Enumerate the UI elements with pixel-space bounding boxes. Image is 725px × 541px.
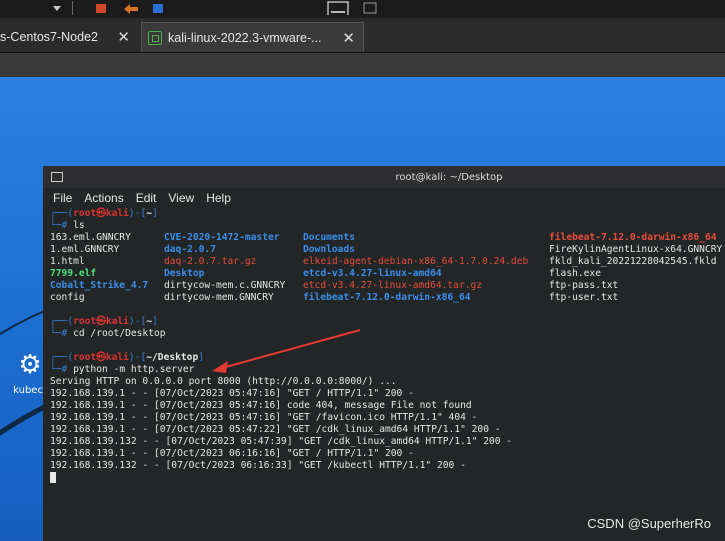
- fullscreen-icon[interactable]: [327, 1, 349, 15]
- ls-entry: ftp-pass.txt: [549, 280, 619, 291]
- watermark: CSDN @SuperherRo: [587, 516, 711, 531]
- menu-edit[interactable]: Edit: [136, 191, 157, 205]
- ls-entry: 1.html: [50, 256, 85, 267]
- ls-entry: 1.eml.GNNCRY: [50, 244, 120, 255]
- close-icon[interactable]: ✕: [342, 29, 355, 47]
- menu-view[interactable]: View: [168, 191, 194, 205]
- ls-row: config dirtycow-mem.GNNCRY filebeat-7.12.0…: [50, 292, 725, 304]
- menu-actions[interactable]: Actions: [84, 191, 123, 205]
- ls-entry: filebeat-7.12.0-darwin-x86_64: [549, 232, 717, 243]
- tab-label: s-Centos7-Node2: [0, 30, 98, 44]
- manage-snapshot-icon[interactable]: [150, 1, 166, 15]
- ls-entry: etcd-v3.4.27-linux-amd64: [303, 268, 442, 279]
- tab-centos7-node2[interactable]: s-Centos7-Node2 ✕: [0, 22, 138, 52]
- prompt-line: ┌──(root㉿kali)-[~/Desktop]: [50, 352, 205, 363]
- log-line: 192.168.139.1 - - [07/Oct/2023 06:16:16]…: [50, 448, 414, 459]
- prompt-line: ┌──(root㉿kali)-[~]: [50, 316, 158, 327]
- log-line: 192.168.139.132 - - [07/Oct/2023 06:16:3…: [50, 460, 466, 471]
- vm-icon: [148, 30, 162, 45]
- server-log: Serving HTTP on 0.0.0.0 port 8000 (http:…: [50, 376, 725, 472]
- ls-row: 1.eml.GNNCRY daq-2.0.7 Downloads FireKylinA…: [50, 244, 725, 256]
- ls-entry: Documents: [303, 232, 355, 243]
- terminal-menubar: File Actions Edit View Help: [43, 188, 725, 208]
- terminal-title: root@kali: ~/Desktop: [395, 172, 503, 183]
- log-line: 192.168.139.132 - - [07/Oct/2023 05:47:3…: [50, 436, 513, 447]
- vmware-toolbar: [0, 0, 725, 18]
- ls-entry: CVE-2020-1472-master: [164, 232, 280, 243]
- ls-entry: filebeat-7.12.0-darwin-x86_64: [303, 292, 471, 303]
- command-line: └─# cd /root/Desktop: [50, 328, 166, 339]
- snapshot-icon[interactable]: [94, 1, 110, 15]
- unity-icon[interactable]: [362, 1, 378, 15]
- ls-row: 7799.elf Desktop etcd-v3.4.27-linux-amd64 f…: [50, 268, 725, 280]
- log-line: 192.168.139.1 - - [07/Oct/2023 05:47:16]…: [50, 388, 414, 399]
- dropdown-icon[interactable]: [50, 1, 64, 15]
- command-line: └─# ls: [50, 220, 85, 231]
- ls-entry: 7799.elf: [50, 268, 97, 279]
- ls-entry: etcd-v3.4.27-linux-amd64.tar.gz: [303, 280, 483, 291]
- ls-entry: ftp-user.txt: [549, 292, 619, 303]
- ls-output: 163.eml.GNNCRY CVE-2020-1472-master Docume…: [50, 232, 725, 304]
- terminal-titlebar[interactable]: root@kali: ~/Desktop: [43, 166, 725, 188]
- ls-row: 1.html daq-2.0.7.tar.gz elkeid-agent-debia…: [50, 256, 725, 268]
- ls-entry: Downloads: [303, 244, 355, 255]
- terminal-output[interactable]: ┌──(root㉿kali)-[~] └─# ls 163.eml.GNNCRY…: [43, 208, 725, 484]
- tab-label: kali-linux-2022.3-vmware-...: [168, 30, 322, 45]
- log-line: 192.168.139.1 - - [07/Oct/2023 05:47:22]…: [50, 424, 501, 435]
- ls-entry: config: [50, 292, 85, 303]
- revert-icon[interactable]: [122, 1, 140, 15]
- ls-row: 163.eml.GNNCRY CVE-2020-1472-master Docume…: [50, 232, 725, 244]
- cursor-line: [50, 472, 725, 484]
- terminal-cursor: [50, 472, 56, 483]
- ls-entry: Cobalt_Strike_4.7: [50, 280, 149, 291]
- toolbar-divider: [72, 1, 73, 15]
- close-icon[interactable]: ✕: [117, 28, 130, 46]
- ls-entry: daq-2.0.7.tar.gz: [164, 256, 257, 267]
- ls-entry: FireKylinAgentLinux-x64.GNNCRY: [549, 244, 723, 255]
- ls-entry: flash.exe: [549, 268, 601, 279]
- ls-entry: elkeid-agent-debian-x86_64-1.7.0.24.deb: [303, 256, 529, 267]
- ls-entry: daq-2.0.7: [164, 244, 216, 255]
- command-line: └─# python -m http.server: [50, 364, 195, 375]
- ls-entry: 163.eml.GNNCRY: [50, 232, 131, 243]
- serving-line: Serving HTTP on 0.0.0.0 port 8000 (http:…: [50, 376, 397, 387]
- ls-entry: Desktop: [164, 268, 205, 279]
- menu-file[interactable]: File: [53, 191, 72, 205]
- ls-entry: dirtycow-mem.c.GNNCRY: [164, 280, 286, 291]
- ls-row: Cobalt_Strike_4.7 dirtycow-mem.c.GNNCRY et…: [50, 280, 725, 292]
- tab-kali-linux[interactable]: kali-linux-2022.3-vmware-... ✕: [141, 22, 364, 52]
- terminal-window[interactable]: root@kali: ~/Desktop File Actions Edit V…: [43, 166, 725, 541]
- prompt-line: ┌──(root㉿kali)-[~]: [50, 208, 158, 219]
- log-line: 192.168.139.1 - - [07/Oct/2023 05:47:16]…: [50, 412, 478, 423]
- menu-help[interactable]: Help: [206, 191, 231, 205]
- ls-entry: fkld_kali_20221228042545.fkld: [549, 256, 717, 267]
- vm-tab-bar: s-Centos7-Node2 ✕ kali-linux-2022.3-vmwa…: [0, 18, 725, 53]
- log-line: 192.168.139.1 - - [07/Oct/2023 05:47:16]…: [50, 400, 472, 411]
- vm-status-bar: [0, 53, 725, 77]
- ls-entry: dirtycow-mem.GNNCRY: [164, 292, 274, 303]
